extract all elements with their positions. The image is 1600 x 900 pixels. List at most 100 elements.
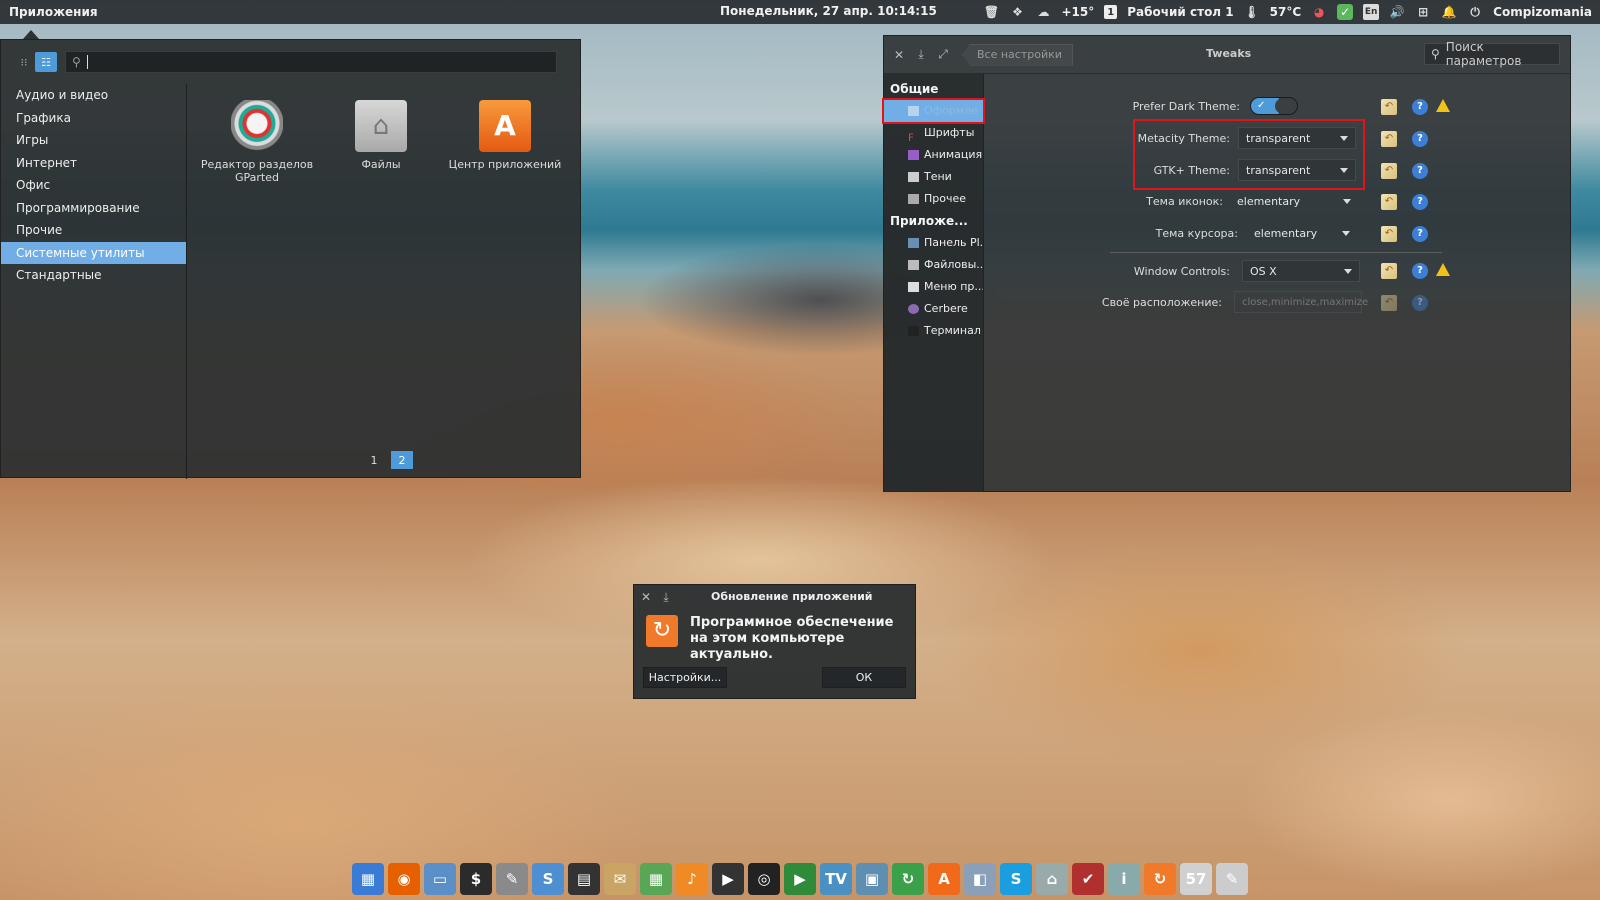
photos-icon[interactable]: ▣ xyxy=(856,863,888,895)
pidgin-icon[interactable]: ◕ xyxy=(1311,4,1327,20)
update-icon[interactable]: ↻ xyxy=(1144,863,1176,895)
category-item[interactable]: Системные утилиты xyxy=(1,241,186,264)
warning-icon[interactable] xyxy=(1436,99,1450,112)
page-1-button[interactable]: 1 xyxy=(363,451,385,469)
page-2-button[interactable]: 2 xyxy=(391,451,413,469)
category-item[interactable]: Графика xyxy=(1,107,186,130)
reset-icon[interactable]: ↶ xyxy=(1381,226,1397,242)
video-icon[interactable]: ▶ xyxy=(712,863,744,895)
help-icon[interactable]: ? xyxy=(1412,194,1428,210)
mail-icon[interactable]: ✉ xyxy=(604,863,636,895)
category-item[interactable]: Интернет xyxy=(1,152,186,175)
download-icon[interactable]: ⤓ xyxy=(656,590,676,605)
category-item[interactable]: Прочие xyxy=(1,219,186,242)
system-monitor-icon[interactable]: ▤ xyxy=(568,863,600,895)
custom-layout-input[interactable]: close,minimize,maximize xyxy=(1234,291,1368,313)
app-tile-gparted[interactable]: Редактор разделов GParted xyxy=(195,100,319,184)
trash-icon[interactable]: 🗑 xyxy=(983,4,999,20)
search-tool-icon[interactable]: ✔ xyxy=(1072,863,1104,895)
home-folder-icon[interactable]: ⌂ xyxy=(1036,863,1068,895)
volume-icon[interactable]: 🔊 xyxy=(1389,4,1405,20)
app-tile-files[interactable]: ⌂ Файлы xyxy=(319,100,443,171)
category-item[interactable]: Программирование xyxy=(1,197,186,220)
reset-icon[interactable]: ↶ xyxy=(1381,99,1397,115)
keyboard-layout-indicator[interactable]: En xyxy=(1363,4,1380,20)
category-view-button[interactable]: ☷ xyxy=(35,52,57,72)
play-icon[interactable]: ▶ xyxy=(784,863,816,895)
reset-icon[interactable]: ↶ xyxy=(1381,263,1397,279)
weather-cloud-icon[interactable]: ☁ xyxy=(1035,4,1051,20)
shield-update-icon[interactable]: ✓ xyxy=(1337,4,1354,20)
notifications-bell-icon[interactable]: 🔔 xyxy=(1441,4,1457,20)
tv-icon[interactable]: TV xyxy=(820,863,852,895)
terminal-icon[interactable]: $ xyxy=(460,863,492,895)
warning-icon[interactable] xyxy=(1436,263,1450,276)
sidebar-item-menu[interactable]: Меню пр... xyxy=(884,276,983,298)
help-icon[interactable]: ? xyxy=(1412,263,1428,279)
category-item[interactable]: Игры xyxy=(1,129,186,152)
text-editor-icon[interactable]: ✎ xyxy=(496,863,528,895)
sidebar-item-animation[interactable]: Анимация xyxy=(884,144,983,166)
close-icon[interactable]: ✕ xyxy=(636,590,656,604)
files-icon[interactable]: ▭ xyxy=(424,863,456,895)
software-center-icon[interactable]: A xyxy=(928,863,960,895)
calendar-icon[interactable]: ▦ xyxy=(640,863,672,895)
help-icon[interactable]: ? xyxy=(1412,163,1428,179)
weather-temperature[interactable]: +15° xyxy=(1061,5,1094,19)
maximize-icon[interactable]: ⤢ xyxy=(932,47,954,62)
workspace-number-icon[interactable]: 1 xyxy=(1104,5,1118,19)
sidebar-item-terminal[interactable]: Терминал xyxy=(884,320,983,342)
help-icon[interactable]: ? xyxy=(1412,99,1428,115)
switch-icon[interactable]: ◧ xyxy=(964,863,996,895)
category-item[interactable]: Стандартные xyxy=(1,264,186,287)
app-search-input[interactable]: ⚲ xyxy=(65,51,557,73)
reset-icon[interactable]: ↶ xyxy=(1381,131,1397,147)
music-icon[interactable]: ♪ xyxy=(676,863,708,895)
sidebar-item-files[interactable]: Файловы... xyxy=(884,254,983,276)
dropbox-icon[interactable]: ❖ xyxy=(1009,4,1025,20)
network-icon[interactable]: ⊞ xyxy=(1415,4,1431,20)
user-name[interactable]: Compizomania xyxy=(1493,5,1592,19)
prefer-dark-toggle[interactable]: ✓ xyxy=(1250,97,1298,115)
workspaces-icon[interactable]: ▦ xyxy=(352,863,384,895)
download-icon[interactable]: ⤓ xyxy=(910,47,932,62)
window-controls-combo[interactable]: OS X xyxy=(1242,260,1360,282)
close-icon[interactable]: ✕ xyxy=(888,48,910,62)
sidebar-item-appearance[interactable]: Оформле xyxy=(882,98,985,124)
power-icon[interactable]: ⏻ xyxy=(1467,4,1483,20)
applications-menu-button[interactable]: Приложения xyxy=(0,5,98,19)
category-item[interactable]: Аудио и видео xyxy=(1,84,186,107)
help-icon[interactable]: ? xyxy=(1412,131,1428,147)
grid-view-button[interactable]: ⁝⁝ xyxy=(13,52,35,72)
cpu-temperature[interactable]: 57°C xyxy=(1270,5,1302,19)
workspace-label[interactable]: Рабочий стол 1 xyxy=(1127,5,1233,19)
firefox-icon[interactable]: ◉ xyxy=(388,863,420,895)
app-tile-software-center[interactable]: A Центр приложений xyxy=(443,100,567,171)
reset-icon[interactable]: ↶ xyxy=(1381,194,1397,210)
sync-icon[interactable]: ↻ xyxy=(892,863,924,895)
ok-button[interactable]: ОК xyxy=(822,667,906,688)
screenshot-icon[interactable]: ◎ xyxy=(748,863,780,895)
thermometer-icon[interactable]: 🌡 xyxy=(1244,4,1260,20)
settings-search-input[interactable]: ⚲ Поиск параметров xyxy=(1424,40,1560,68)
reset-icon[interactable]: ↶ xyxy=(1381,295,1397,311)
sidebar-item-shadows[interactable]: Тени xyxy=(884,166,983,188)
icon-theme-combo[interactable]: elementary xyxy=(1229,190,1359,212)
info-icon[interactable]: i xyxy=(1108,863,1140,895)
pen-icon[interactable]: ✎ xyxy=(1216,863,1248,895)
notes-icon[interactable]: 57 xyxy=(1180,863,1212,895)
midori-icon[interactable]: S xyxy=(532,863,564,895)
category-item[interactable]: Офис xyxy=(1,174,186,197)
help-icon[interactable]: ? xyxy=(1412,226,1428,242)
sidebar-item-fonts[interactable]: ꓝ Шрифты xyxy=(884,122,983,144)
clock[interactable]: Понедельник, 27 апр. 10:14:15 xyxy=(720,4,937,18)
help-icon[interactable]: ? xyxy=(1412,295,1428,311)
sidebar-item-cerbere[interactable]: Cerbere xyxy=(884,298,983,320)
reset-icon[interactable]: ↶ xyxy=(1381,163,1397,179)
all-settings-back-button[interactable]: Все настройки xyxy=(962,43,1073,66)
sidebar-item-plank[interactable]: Панель Pl... xyxy=(884,232,983,254)
cursor-theme-combo[interactable]: elementary xyxy=(1246,222,1358,244)
skype-icon[interactable]: S xyxy=(1000,863,1032,895)
settings-button[interactable]: Настройки... xyxy=(643,667,727,688)
sidebar-item-misc[interactable]: Прочее xyxy=(884,188,983,210)
